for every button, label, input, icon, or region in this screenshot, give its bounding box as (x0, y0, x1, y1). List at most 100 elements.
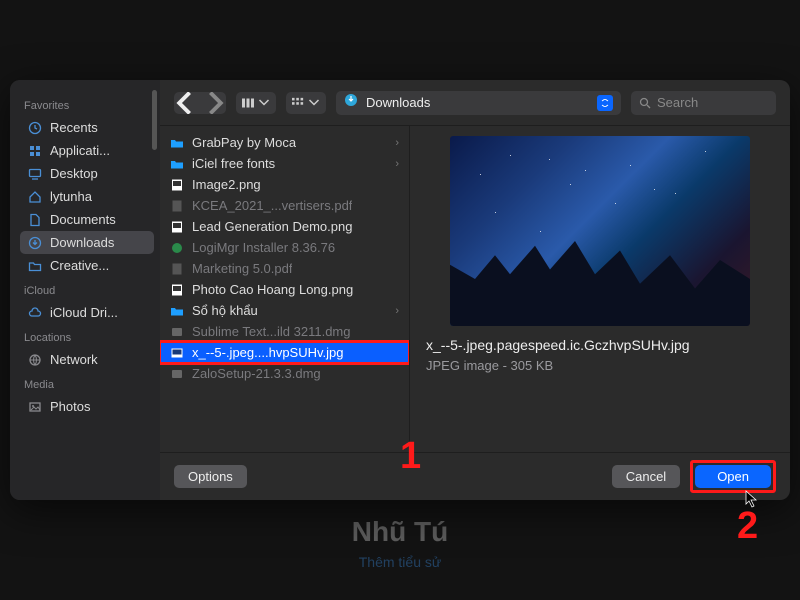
sidebar-item[interactable]: iCloud Dri... (20, 301, 154, 324)
sidebar-section-header: Favorites (24, 100, 150, 112)
toolbar: Downloads Search (160, 80, 790, 126)
nav-buttons (174, 92, 226, 114)
file-label: GrabPay by Moca (192, 135, 296, 150)
apps-icon (28, 144, 42, 158)
back-button[interactable] (174, 92, 200, 114)
sidebar-item[interactable]: Documents (20, 208, 154, 231)
file-label: ZaloSetup-21.3.3.dmg (192, 366, 321, 381)
sidebar-item-label: Recents (50, 120, 98, 135)
search-icon (639, 97, 651, 109)
sidebar-section-header: Locations (24, 332, 150, 344)
sidebar-item-label: Applicati... (50, 143, 110, 158)
file-icon (170, 346, 184, 360)
file-list[interactable]: GrabPay by Moca › iCiel free fonts › Image2.… (160, 126, 410, 452)
file-label: iCiel free fonts (192, 156, 275, 171)
preview-filename: x_--5-.jpeg.pagespeed.ic.GczhvpSUHv.jpg (426, 336, 774, 354)
file-icon (170, 241, 184, 255)
sidebar-item-label: Downloads (50, 235, 114, 250)
file-row[interactable]: Sổ hộ khẩu › (160, 300, 409, 321)
file-icon (170, 367, 184, 381)
sidebar-item[interactable]: Desktop (20, 162, 154, 185)
file-icon (170, 262, 184, 276)
file-icon (170, 199, 184, 213)
file-label: x_--5-.jpeg....hvpSUHv.jpg (192, 345, 344, 360)
sidebar-item[interactable]: Creative... (20, 254, 154, 277)
file-label: Image2.png (192, 177, 261, 192)
home-icon (28, 190, 42, 204)
sidebar-item-label: Photos (50, 399, 90, 414)
chevron-right-icon: › (395, 137, 399, 149)
file-row[interactable]: Lead Generation Demo.png (160, 216, 409, 237)
doc-icon (28, 213, 42, 227)
file-row[interactable]: x_--5-.jpeg....hvpSUHv.jpg (160, 342, 409, 363)
file-icon (170, 304, 184, 318)
file-label: Sublime Text...ild 3211.dmg (192, 324, 351, 339)
file-row[interactable]: ZaloSetup-21.3.3.dmg (160, 363, 409, 384)
file-label: Sổ hộ khẩu (192, 303, 258, 318)
options-button[interactable]: Options (174, 465, 247, 488)
file-row[interactable]: Photo Cao Hoang Long.png (160, 279, 409, 300)
search-field[interactable]: Search (631, 91, 776, 115)
file-row[interactable]: iCiel free fonts › (160, 153, 409, 174)
photo-icon (28, 400, 42, 414)
sidebar-item[interactable]: Recents (20, 116, 154, 139)
clock-icon (28, 121, 42, 135)
globe-icon (28, 353, 42, 367)
annotation-1: 1 (400, 435, 421, 478)
sidebar-item[interactable]: lytunha (20, 185, 154, 208)
annotation-2: 2 (737, 505, 758, 548)
cancel-button[interactable]: Cancel (612, 465, 680, 488)
open-button-highlight: Open (690, 460, 776, 493)
sidebar-item-label: Network (50, 352, 98, 367)
file-row[interactable]: LogiMgr Installer 8.36.76 (160, 237, 409, 258)
sidebar-item-label: iCloud Dri... (50, 305, 118, 320)
file-icon (170, 136, 184, 150)
folder-icon (28, 259, 42, 273)
file-label: Photo Cao Hoang Long.png (192, 282, 353, 297)
cloud-icon (28, 306, 42, 320)
sidebar-item-label: lytunha (50, 189, 92, 204)
sidebar-item-label: Desktop (50, 166, 98, 181)
sidebar-section-header: Media (24, 379, 150, 391)
sidebar-item[interactable]: Network (20, 348, 154, 371)
preview-pane: x_--5-.jpeg.pagespeed.ic.GczhvpSUHv.jpg … (410, 126, 790, 452)
location-chevron-icon (597, 95, 613, 111)
file-label: Lead Generation Demo.png (192, 219, 352, 234)
view-mode-button[interactable] (236, 92, 276, 114)
file-icon (170, 220, 184, 234)
sidebar-scrollbar[interactable] (152, 90, 157, 150)
file-label: LogiMgr Installer 8.36.76 (192, 240, 335, 255)
group-mode-button[interactable] (286, 92, 326, 114)
chevron-right-icon: › (395, 158, 399, 170)
file-row[interactable]: Image2.png (160, 174, 409, 195)
sidebar-item[interactable]: Downloads (20, 231, 154, 254)
content-area: GrabPay by Moca › iCiel free fonts › Image2.… (160, 126, 790, 452)
location-label: Downloads (366, 95, 589, 110)
sidebar-item-label: Creative... (50, 258, 109, 273)
dialog-footer: Options Cancel Open (160, 452, 790, 500)
location-popup[interactable]: Downloads (336, 91, 621, 115)
sidebar-item[interactable]: Photos (20, 395, 154, 418)
file-row[interactable]: Marketing 5.0.pdf (160, 258, 409, 279)
desktop-icon (28, 167, 42, 181)
sidebar-item-label: Documents (50, 212, 116, 227)
search-placeholder: Search (657, 95, 698, 110)
main-panel: Downloads Search GrabPay by Moca›iCiel f… (160, 80, 790, 500)
downloads-folder-icon (344, 93, 358, 112)
file-label: KCEA_2021_...vertisers.pdf (192, 198, 352, 213)
chevron-right-icon: › (395, 305, 399, 317)
file-icon (170, 178, 184, 192)
sidebar-section-header: iCloud (24, 285, 150, 297)
down-icon (28, 236, 42, 250)
forward-button[interactable] (200, 92, 226, 114)
sidebar-item[interactable]: Applicati... (20, 139, 154, 162)
file-row[interactable]: GrabPay by Moca › (160, 132, 409, 153)
file-row[interactable]: KCEA_2021_...vertisers.pdf (160, 195, 409, 216)
file-row[interactable]: Sublime Text...ild 3211.dmg (160, 321, 409, 342)
sidebar: Favorites Recents Applicati... Desktop lytun… (10, 80, 160, 500)
preview-thumbnail (450, 136, 750, 326)
file-icon (170, 325, 184, 339)
open-button[interactable]: Open (695, 465, 771, 488)
file-icon (170, 283, 184, 297)
file-icon (170, 157, 184, 171)
